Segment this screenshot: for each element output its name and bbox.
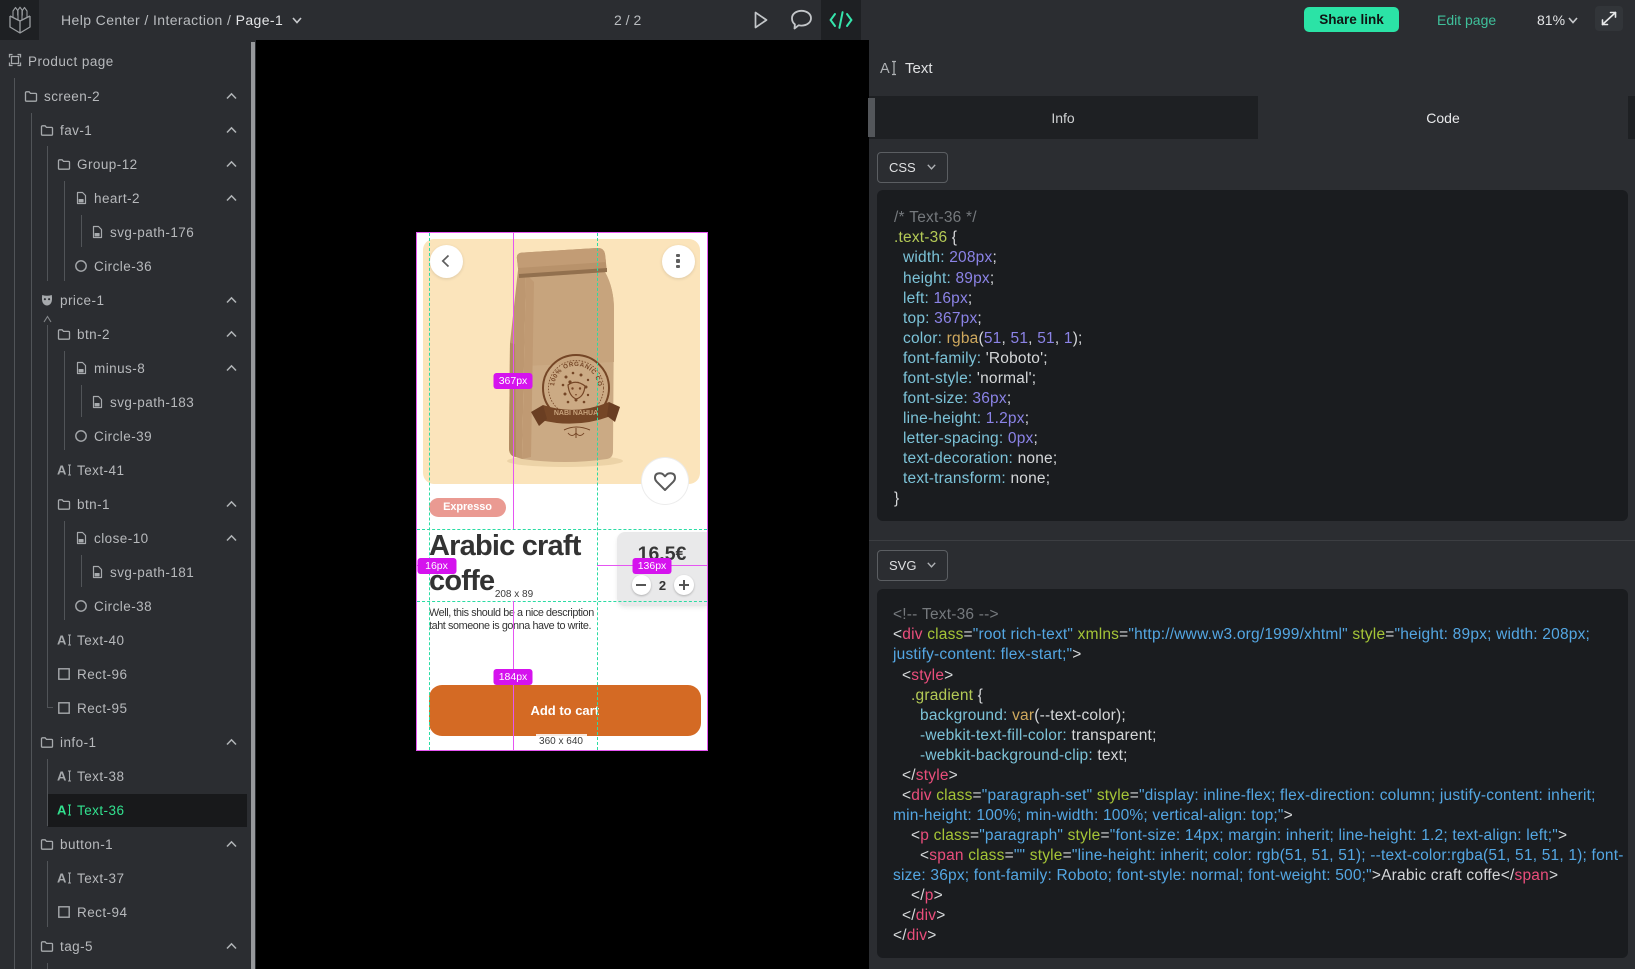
svg-text:A: A	[57, 871, 67, 885]
svg-text:A: A	[880, 61, 890, 76]
svg-text:A: A	[57, 769, 67, 783]
svg-text:A: A	[57, 463, 67, 477]
svg-text:A: A	[57, 803, 67, 817]
svg-text:A: A	[57, 633, 67, 647]
